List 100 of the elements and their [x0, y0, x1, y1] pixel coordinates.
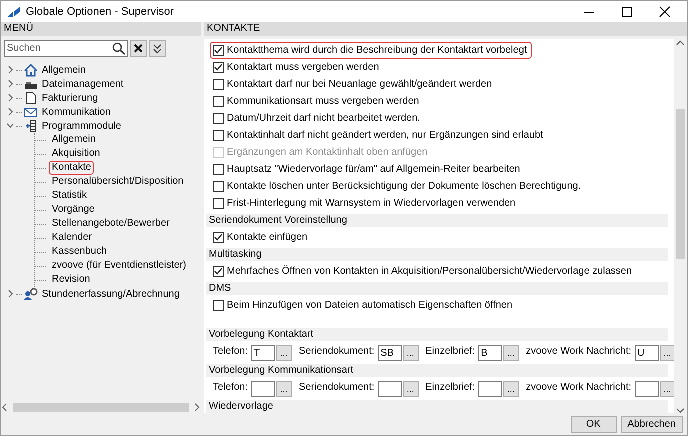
highlighted-tree-item[interactable]: Kontakte	[49, 161, 94, 175]
search-icon[interactable]	[112, 42, 126, 55]
field-label: zvoove Work Nachricht:	[526, 381, 632, 393]
section-header: DMS	[206, 282, 668, 295]
scrollbar-thumb[interactable]	[676, 109, 685, 259]
person-gear-icon	[24, 288, 38, 300]
scroll-left-icon[interactable]	[1, 403, 9, 412]
checkbox-label: Beim Hinzufügen von Dateien automatisch Eigenschaften öffnen	[227, 300, 513, 311]
input-field[interactable]	[478, 381, 502, 397]
tree-item[interactable]: Programmmodule	[42, 120, 122, 132]
checkmark-icon	[214, 267, 223, 276]
tree-item[interactable]: Vorgänge	[49, 203, 98, 217]
envelope-icon	[24, 106, 38, 118]
chevron-icon[interactable]	[7, 66, 14, 74]
clear-search-button[interactable]	[130, 40, 147, 57]
scrollbar-thumb[interactable]	[13, 403, 189, 412]
checkbox[interactable]	[213, 198, 224, 209]
input-field[interactable]: T	[251, 345, 276, 361]
chevron-icon[interactable]	[7, 122, 14, 130]
tree-item[interactable]: Revision	[49, 273, 94, 287]
checkbox-label: Datum/Uhrzeit darf nicht bearbeitet werden.	[227, 113, 420, 124]
tree-item[interactable]: Akquisition	[49, 147, 104, 161]
tree-item[interactable]: Allgemein	[42, 64, 86, 76]
ok-button[interactable]: OK	[570, 416, 617, 432]
expand-all-button[interactable]	[149, 40, 166, 57]
window-title: Globale Optionen - Supervisor	[26, 6, 175, 18]
browse-button[interactable]: ...	[402, 381, 419, 397]
chevron-icon[interactable]	[7, 94, 14, 102]
checkbox[interactable]	[213, 266, 224, 277]
checkbox-label: Kontaktinhalt darf nicht geändert werden, nur Ergänzungen sind erlaubt	[227, 130, 544, 141]
tree-item[interactable]: Stundenerfassung/Abrechnung	[42, 288, 180, 300]
input-field[interactable]	[634, 381, 659, 397]
tree-item[interactable]: Kassenbuch	[49, 245, 110, 259]
checkbox[interactable]	[213, 181, 224, 192]
field-label: Einzelbrief:	[426, 381, 476, 393]
input-field[interactable]: U	[634, 345, 659, 361]
search-field[interactable]: Suchen	[4, 40, 128, 57]
app-logo-icon	[7, 6, 21, 18]
tree-item[interactable]: Fakturierung	[42, 92, 98, 104]
module-icon	[24, 120, 38, 132]
checkbox[interactable]	[213, 232, 224, 243]
cancel-button[interactable]: Abbrechen	[620, 416, 683, 432]
tree-item[interactable]: Personalübersicht/Disposition	[49, 175, 187, 189]
section-header: Seriendokument Voreinstellung	[206, 214, 668, 227]
chevron-icon[interactable]	[7, 108, 14, 116]
clear-icon	[134, 44, 143, 53]
checkmark-icon	[214, 233, 223, 242]
checkbox[interactable]	[213, 164, 224, 175]
browse-button[interactable]: ...	[276, 381, 292, 397]
checkbox-label: Kommunikationsart muss vergeben werden	[227, 96, 420, 107]
checkbox[interactable]	[213, 45, 224, 56]
checkbox[interactable]	[213, 62, 224, 73]
browse-button[interactable]: ...	[503, 345, 520, 361]
tree-item[interactable]: Statistik	[49, 189, 90, 203]
browse-button[interactable]: ...	[402, 345, 419, 361]
checkbox[interactable]	[213, 79, 224, 90]
field-label: Telefon:	[213, 345, 248, 357]
tree-item[interactable]: zvoove (für Eventdienstleister)	[49, 259, 190, 273]
checkbox-label: Kontakte einfügen	[227, 232, 308, 243]
checkbox-label: Kontakte löschen unter Berücksichtigung der Dokumente löschen Berechtigung.	[227, 181, 582, 192]
panel-header: KONTAKTE	[204, 22, 687, 36]
tree-item[interactable]: Dateimanagement	[42, 78, 124, 90]
browse-button[interactable]: ...	[660, 345, 674, 361]
chevron-icon[interactable]	[7, 290, 14, 298]
checkbox-label: Frist-Hinterlegung mit Warnsystem in Wiedervorlagen verwenden	[227, 198, 516, 209]
checkbox-label: Mehrfaches Öffnen von Kontakten in Akquisition/Personalübersicht/Wiedervorlage zulassen	[227, 266, 632, 277]
input-field[interactable]	[378, 381, 402, 397]
input-field[interactable]: SB	[378, 345, 402, 361]
maximize-icon[interactable]	[621, 6, 633, 18]
close-icon[interactable]	[659, 6, 671, 18]
page-icon	[24, 92, 38, 104]
browse-button[interactable]: ...	[276, 345, 292, 361]
section-header: Multitasking	[206, 248, 668, 261]
input-field[interactable]: B	[478, 345, 502, 361]
scroll-down-icon[interactable]	[676, 407, 685, 413]
checkbox[interactable]	[213, 130, 224, 141]
field-label: Einzelbrief:	[426, 345, 476, 357]
checkbox[interactable]	[213, 113, 224, 124]
tree-item[interactable]: Kommunikation	[42, 106, 111, 118]
checkbox[interactable]	[213, 300, 224, 311]
checkbox-label: Kontaktart muss vergeben werden	[227, 62, 380, 73]
field-label: Telefon:	[213, 381, 248, 393]
panel-header: MENÜ	[1, 22, 201, 36]
tree-item[interactable]: Kalender	[49, 231, 96, 245]
section-header: Vorbelegung Kontaktart	[206, 328, 668, 341]
checkbox[interactable]	[213, 96, 224, 107]
house-icon	[24, 64, 38, 76]
scroll-right-icon[interactable]	[193, 403, 201, 412]
checkbox-label: Hauptsatz "Wiedervorlage für/am" auf Allgemein-Reiter bearbeiten	[227, 164, 520, 175]
scroll-up-icon[interactable]	[676, 39, 685, 47]
tree-item[interactable]: Stellenangebote/Bewerber	[49, 217, 173, 231]
section-header: Wiedervorlage	[206, 400, 668, 413]
field-label: Seriendokument:	[299, 345, 375, 357]
input-field[interactable]	[251, 381, 276, 397]
browse-button[interactable]: ...	[660, 381, 674, 397]
tree-item[interactable]: Allgemein	[49, 133, 99, 147]
browse-button[interactable]: ...	[503, 381, 520, 397]
chevron-icon[interactable]	[7, 80, 14, 88]
field-label: zvoove Work Nachricht:	[526, 345, 632, 357]
section-header: Vorbelegung Kommunikationsart	[206, 364, 668, 377]
